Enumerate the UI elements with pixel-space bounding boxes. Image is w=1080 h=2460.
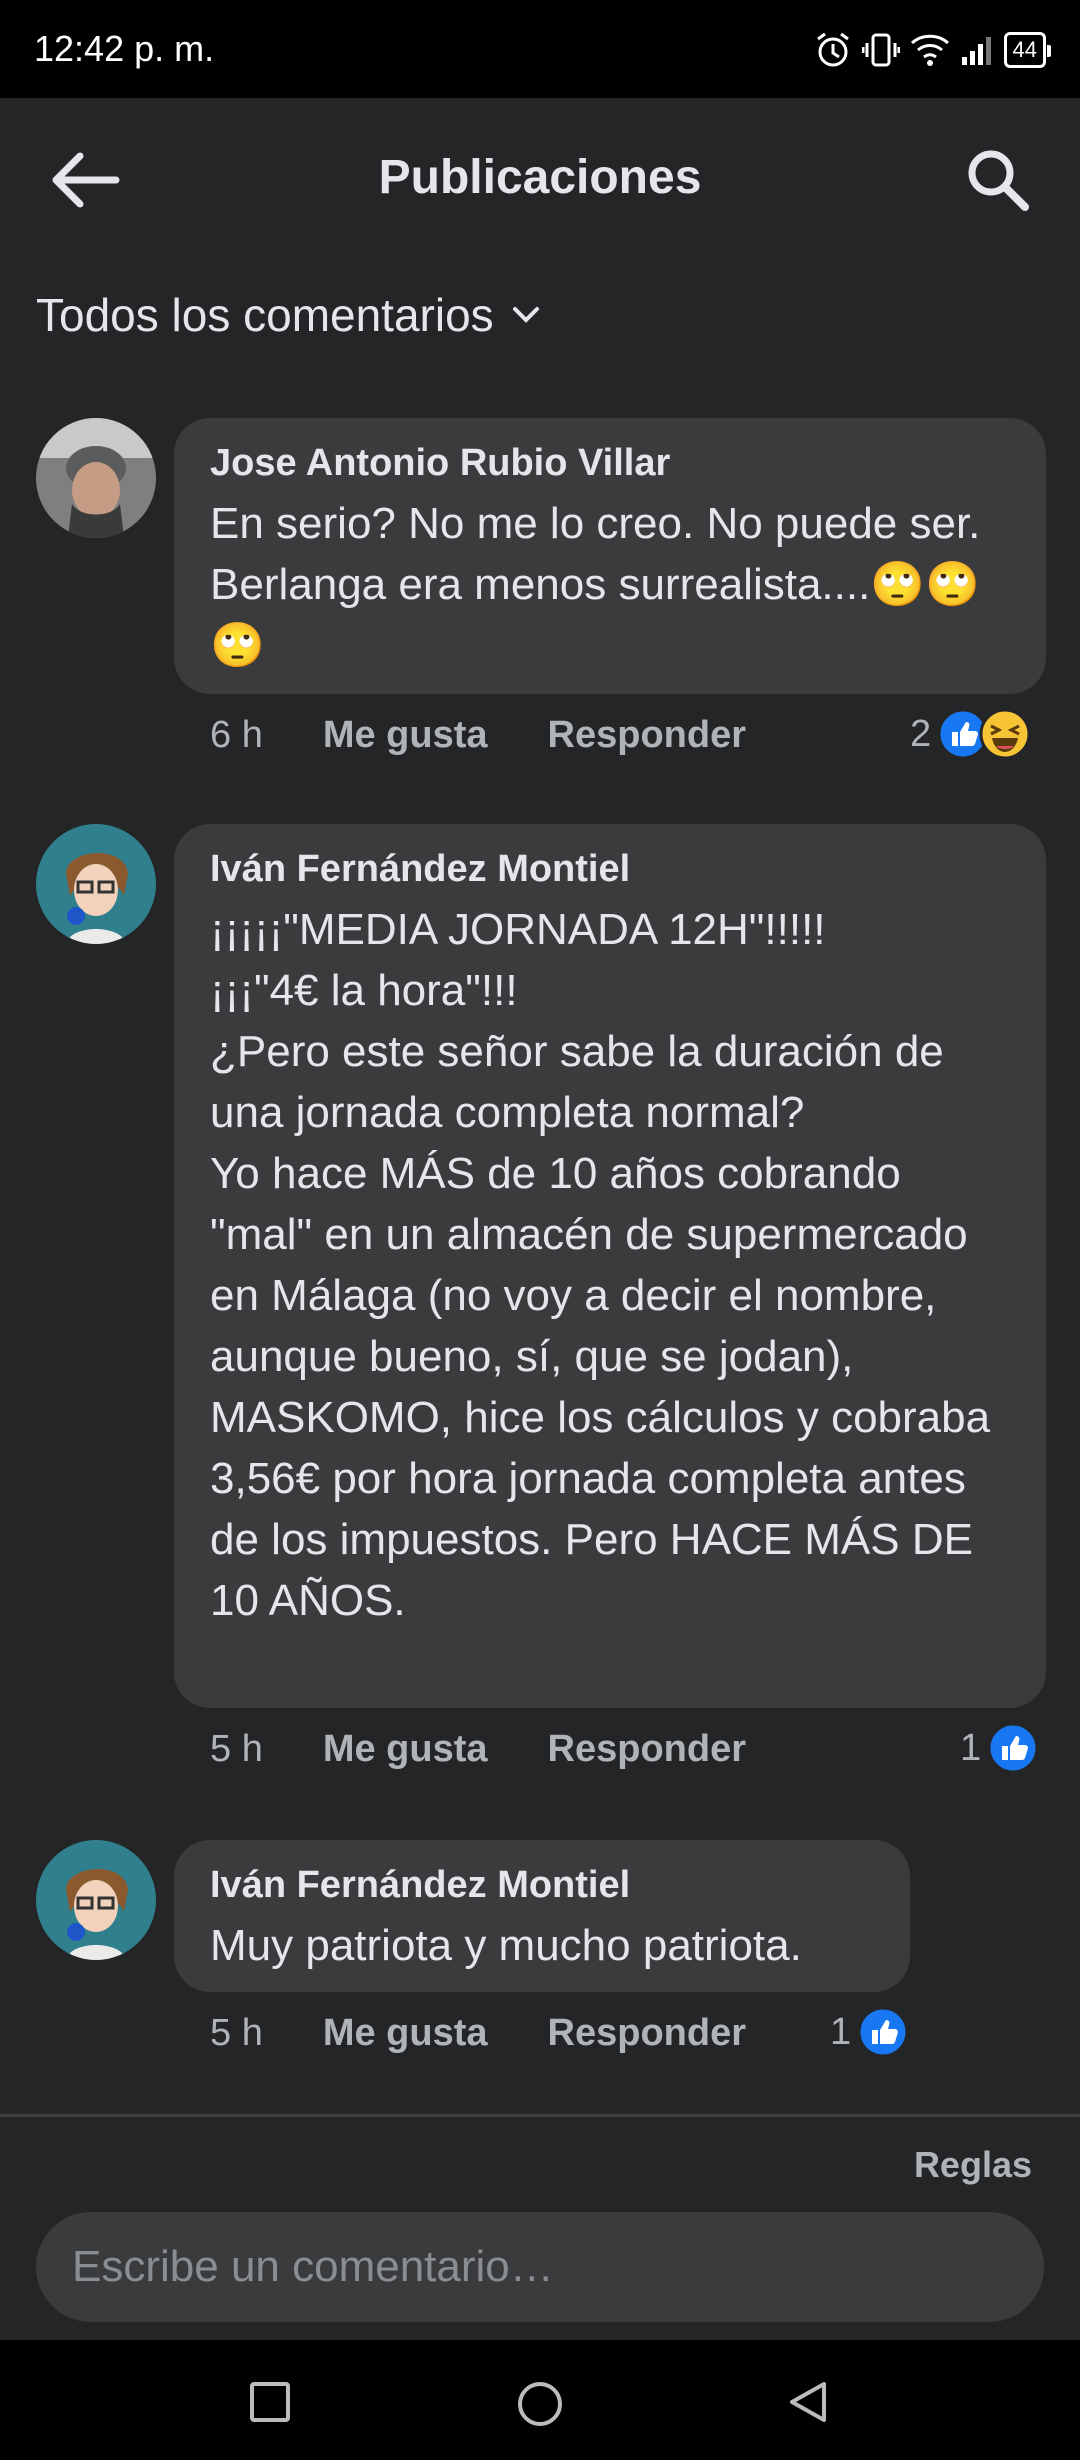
like-button[interactable]: Me gusta xyxy=(323,1728,488,1771)
rules-link[interactable]: Reglas xyxy=(914,2144,1032,2186)
comment-bubble: Jose Antonio Rubio Villar En serio? No m… xyxy=(174,418,1046,694)
search-icon[interactable] xyxy=(964,146,1030,212)
reply-button[interactable]: Responder xyxy=(548,2012,746,2055)
comment-actions: 5 h Me gusta Responder xyxy=(210,1728,746,1771)
like-icon xyxy=(857,2006,909,2058)
comment-item: Iván Fernández Montiel ¡¡¡¡¡"MEDIA JORNA… xyxy=(36,824,1046,1774)
comment-actions: 6 h Me gusta Responder xyxy=(210,714,746,757)
comment-author[interactable]: Iván Fernández Montiel xyxy=(210,848,1010,891)
home-icon[interactable] xyxy=(516,2380,564,2428)
comment-time[interactable]: 5 h xyxy=(210,1728,263,1771)
divider xyxy=(0,2114,1080,2117)
avatar[interactable] xyxy=(36,418,156,538)
status-bar: 12:42 p. m. 44 xyxy=(0,0,1080,98)
haha-icon xyxy=(979,708,1031,760)
avatar[interactable] xyxy=(36,1840,156,1960)
reaction-count: 1 xyxy=(960,1726,982,1769)
reaction-count: 2 xyxy=(910,712,932,755)
reply-button[interactable]: Responder xyxy=(548,1728,746,1771)
comment-bubble: Iván Fernández Montiel ¡¡¡¡¡"MEDIA JORNA… xyxy=(174,824,1046,1708)
comment-time[interactable]: 6 h xyxy=(210,714,263,757)
comment-text: ¡¡¡¡¡"MEDIA JORNADA 12H"!!!!! ¡¡¡"4€ la … xyxy=(210,905,991,1625)
comment-actions: 5 h Me gusta Responder xyxy=(210,2012,746,2055)
like-button[interactable]: Me gusta xyxy=(323,2012,488,2055)
battery-icon: 44 xyxy=(1003,32,1052,68)
reactions-summary[interactable]: 1 xyxy=(960,1722,1039,1774)
status-time: 12:42 p. m. xyxy=(34,28,215,69)
reactions-summary[interactable]: 2 xyxy=(910,708,1031,760)
page-title: Publicaciones xyxy=(378,151,702,204)
wifi-icon xyxy=(910,34,949,66)
status-icons: 44 xyxy=(814,28,1052,72)
comment-bubble: Iván Fernández Montiel Muy patriota y mu… xyxy=(174,1840,910,1992)
chevron-down-icon xyxy=(512,307,539,323)
comment-author[interactable]: Iván Fernández Montiel xyxy=(210,1864,874,1907)
header: Publicaciones xyxy=(0,98,1080,258)
comment-time[interactable]: 5 h xyxy=(210,2012,263,2055)
back-icon[interactable] xyxy=(786,2380,830,2424)
comment-input[interactable]: Escribe un comentario… xyxy=(36,2212,1044,2322)
reaction-count: 1 xyxy=(830,2010,852,2053)
avatar[interactable] xyxy=(36,824,156,944)
comment-item: Iván Fernández Montiel Muy patriota y mu… xyxy=(36,1840,1046,2070)
like-button[interactable]: Me gusta xyxy=(323,714,488,757)
reactions-summary[interactable]: 1 xyxy=(830,2006,909,2058)
reply-button[interactable]: Responder xyxy=(548,714,746,757)
comment-text: En serio? No me lo creo. No puede ser. B… xyxy=(210,499,993,670)
signal-icon xyxy=(961,37,991,65)
comment-text: Muy patriota y mucho patriota. xyxy=(210,1921,802,1970)
like-icon xyxy=(987,1722,1039,1774)
system-nav-bar xyxy=(0,2340,1080,2460)
comment-filter-label: Todos los comentarios xyxy=(36,289,494,341)
comment-author[interactable]: Jose Antonio Rubio Villar xyxy=(210,442,1010,485)
alarm-icon xyxy=(816,32,849,67)
comment-item: Jose Antonio Rubio Villar En serio? No m… xyxy=(36,418,1046,778)
recents-icon[interactable] xyxy=(248,2380,292,2424)
comment-filter-dropdown[interactable]: Todos los comentarios xyxy=(36,288,540,342)
vibrate-icon xyxy=(861,33,900,67)
